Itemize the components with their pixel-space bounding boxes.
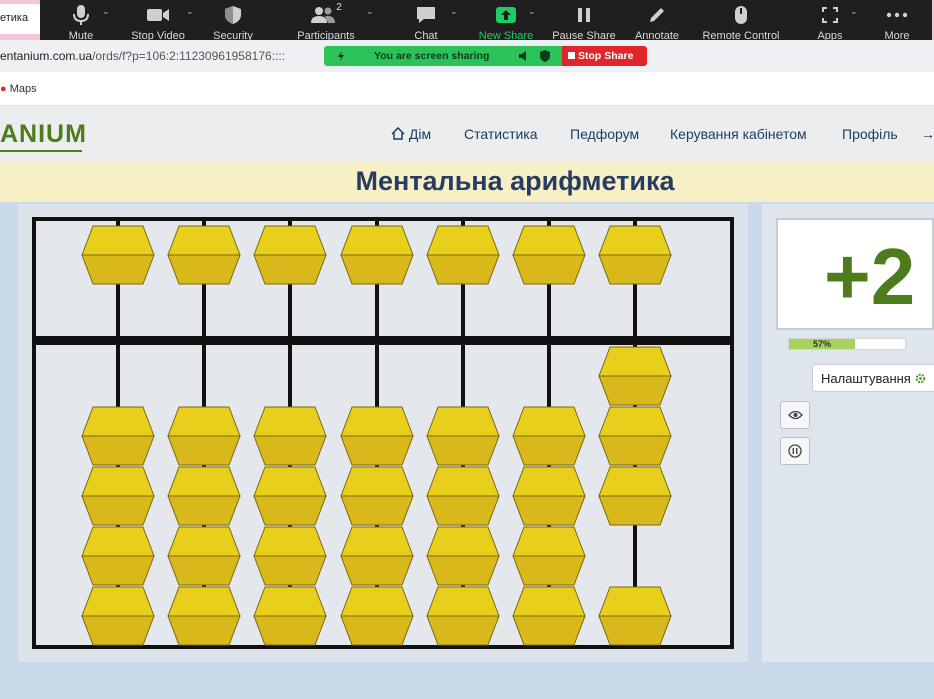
lower-bead[interactable] bbox=[81, 465, 155, 527]
lower-bead[interactable] bbox=[598, 345, 672, 407]
share-arrow-icon bbox=[476, 0, 536, 30]
lower-bead[interactable] bbox=[598, 405, 672, 467]
stop-share-label: Stop Share bbox=[578, 50, 634, 62]
apps-icon bbox=[810, 0, 850, 30]
map-pin-icon: ● bbox=[0, 83, 7, 95]
nav-cabinet-management[interactable]: Керування кабінетом bbox=[670, 126, 807, 142]
lower-bead[interactable] bbox=[339, 405, 414, 467]
upper-bead[interactable] bbox=[426, 224, 500, 286]
screen-sharing-text: You are screen sharing bbox=[374, 50, 490, 62]
display-value: +2 bbox=[824, 232, 916, 321]
browser-tab[interactable]: етика bbox=[0, 4, 44, 34]
home-icon bbox=[391, 126, 405, 140]
stop-square-icon bbox=[568, 52, 575, 59]
chat-options-caret-icon[interactable]: ⌄ bbox=[450, 6, 458, 17]
upper-bead[interactable] bbox=[81, 224, 155, 286]
upper-bead[interactable] bbox=[512, 224, 586, 286]
lower-bead[interactable] bbox=[426, 585, 500, 647]
more-dots-icon bbox=[878, 0, 916, 30]
microphone-icon bbox=[60, 0, 102, 30]
pencil-icon bbox=[632, 0, 682, 30]
shield-icon bbox=[206, 0, 260, 30]
number-display: +2 bbox=[776, 218, 934, 330]
pause-circle-icon bbox=[788, 444, 802, 458]
share-options-caret-icon[interactable]: ⌄ bbox=[528, 6, 536, 17]
abacus-beam bbox=[32, 336, 734, 345]
pause-button[interactable] bbox=[780, 437, 810, 465]
url-path: /ords/f?p=106:2:11230961958176:::: bbox=[92, 49, 286, 63]
nav-statistics[interactable]: Статистика bbox=[464, 126, 538, 142]
lower-bead[interactable] bbox=[426, 525, 500, 587]
apps-options-caret-icon[interactable]: ⌄ bbox=[850, 6, 858, 17]
video-camera-icon bbox=[128, 0, 188, 30]
lower-bead[interactable] bbox=[253, 525, 328, 587]
participants-count: 2 bbox=[336, 1, 342, 13]
bookmark-maps[interactable]: ● Maps bbox=[0, 83, 37, 95]
nav-home-label: Дім bbox=[408, 126, 432, 142]
settings-button[interactable]: Налаштування bbox=[812, 364, 934, 392]
mouse-icon bbox=[700, 0, 782, 30]
lower-bead[interactable] bbox=[598, 585, 672, 647]
lower-bead[interactable] bbox=[339, 465, 414, 527]
lower-bead[interactable] bbox=[426, 465, 500, 527]
nav-profile[interactable]: Профіль bbox=[842, 126, 898, 142]
progress-bar: 57% bbox=[788, 338, 906, 350]
lower-bead[interactable] bbox=[253, 465, 328, 527]
lower-bead[interactable] bbox=[167, 585, 241, 647]
upper-bead[interactable] bbox=[339, 224, 414, 286]
upper-bead[interactable] bbox=[253, 224, 328, 286]
bookmark-label: Maps bbox=[9, 83, 37, 95]
participants-icon: 2 bbox=[290, 0, 362, 30]
site-header: ANIUM Дім Статистика Педфорум Керування … bbox=[0, 106, 934, 162]
bookmarks-bar: ● Maps bbox=[0, 72, 934, 106]
site-logo[interactable]: ANIUM bbox=[0, 120, 87, 149]
url-domain: entanium.com.ua bbox=[0, 49, 93, 63]
lower-bead[interactable] bbox=[167, 405, 241, 467]
lower-bead[interactable] bbox=[167, 525, 241, 587]
url-text[interactable]: entanium.com.ua/ords/f?p=106:2:112309619… bbox=[0, 49, 285, 63]
lower-bead[interactable] bbox=[253, 585, 328, 647]
page-title: Ментальна арифметика bbox=[355, 166, 675, 196]
upper-bead[interactable] bbox=[167, 224, 241, 286]
settings-label: Налаштування bbox=[821, 371, 911, 386]
lower-bead[interactable] bbox=[512, 525, 586, 587]
lower-bead[interactable] bbox=[512, 465, 586, 527]
participants-options-caret-icon[interactable]: ⌄ bbox=[366, 6, 374, 17]
chat-icon bbox=[406, 0, 446, 30]
lower-bead[interactable] bbox=[253, 405, 328, 467]
lower-bead[interactable] bbox=[512, 405, 586, 467]
drag-handle-icon[interactable] bbox=[336, 50, 346, 62]
lower-bead[interactable] bbox=[512, 585, 586, 647]
speaker-icon[interactable] bbox=[518, 51, 530, 61]
pause-icon bbox=[552, 0, 616, 30]
lower-bead[interactable] bbox=[339, 525, 414, 587]
screen-sharing-banner: You are screen sharing bbox=[324, 46, 562, 66]
lower-bead[interactable] bbox=[81, 405, 155, 467]
lower-bead[interactable] bbox=[81, 525, 155, 587]
shield-check-icon[interactable] bbox=[540, 50, 550, 62]
eye-icon bbox=[788, 410, 803, 420]
show-answer-button[interactable] bbox=[780, 401, 810, 429]
nav-home[interactable]: Дім bbox=[391, 126, 431, 142]
lower-bead[interactable] bbox=[81, 585, 155, 647]
logo-underline bbox=[0, 150, 82, 152]
lower-bead[interactable] bbox=[598, 465, 672, 527]
title-band: Ментальна арифметика bbox=[0, 162, 934, 202]
stop-share-button[interactable]: Stop Share bbox=[562, 46, 647, 66]
lower-bead[interactable] bbox=[339, 585, 414, 647]
nav-pedforum[interactable]: Педфорум bbox=[570, 126, 639, 142]
mute-options-caret-icon[interactable]: ⌄ bbox=[102, 6, 110, 17]
video-options-caret-icon[interactable]: ⌄ bbox=[186, 6, 194, 17]
progress-label: 57% bbox=[813, 339, 832, 349]
lower-bead[interactable] bbox=[167, 465, 241, 527]
upper-bead[interactable] bbox=[598, 224, 672, 286]
lower-bead[interactable] bbox=[426, 405, 500, 467]
gear-icon bbox=[916, 373, 926, 384]
browser-tab-title: етика bbox=[0, 12, 29, 24]
logout-icon[interactable]: → bbox=[921, 126, 934, 142]
